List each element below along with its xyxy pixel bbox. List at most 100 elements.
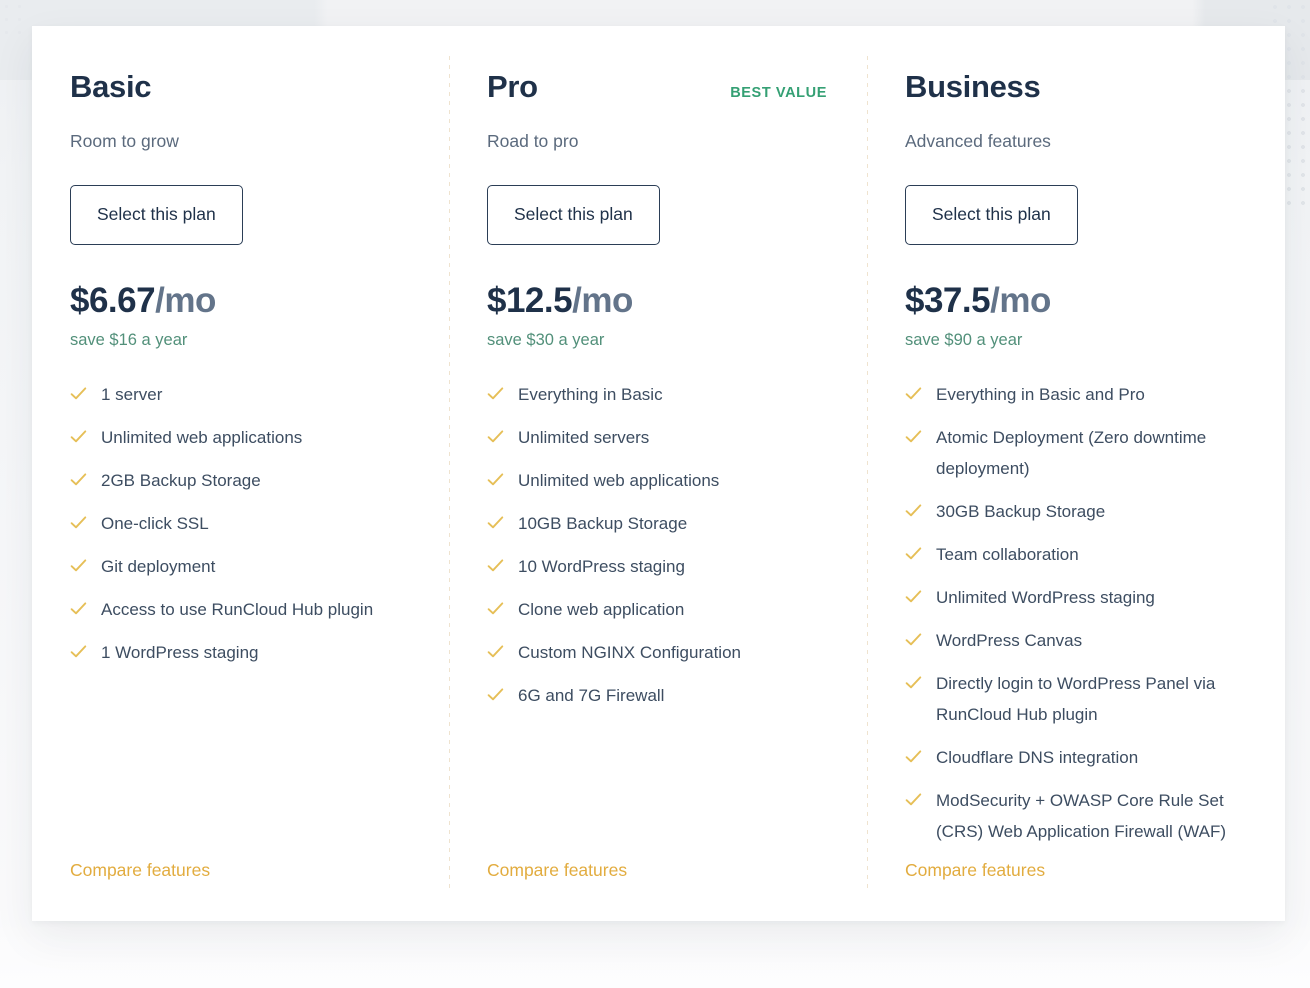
plan-save-basic: save $16 a year [70, 330, 188, 349]
plan-header-business: Business [905, 69, 1247, 112]
feature-label: Unlimited web applications [518, 471, 720, 491]
check-icon [70, 643, 87, 661]
plan-price-period-basic: /mo [155, 280, 216, 320]
feature-item: Everything in Basic [487, 380, 829, 411]
feature-item: Clone web application [487, 595, 829, 626]
feature-item: 10 WordPress staging [487, 552, 829, 583]
feature-label: Access to use RunCloud Hub plugin [101, 599, 374, 619]
feature-item: 1 WordPress staging [70, 638, 411, 669]
background-bottom-fade [0, 918, 1310, 988]
plan-column-basic: Basic Room to grow Select this plan $6.6… [32, 26, 449, 921]
plan-column-pro: Pro BEST VALUE Road to pro Select this p… [449, 26, 867, 921]
feature-item: Unlimited servers [487, 423, 829, 454]
feature-item: WordPress Canvas [905, 626, 1247, 657]
feature-label: Directly login to WordPress Panel via Ru… [936, 673, 1216, 724]
plan-price-period-pro: /mo [572, 280, 633, 320]
feature-label: Atomic Deployment (Zero downtime deploym… [936, 428, 1207, 479]
feature-list-pro: Everything in Basic Unlimited servers Unli… [487, 380, 829, 724]
feature-item: Custom NGINX Configuration [487, 638, 829, 669]
check-icon [905, 791, 922, 809]
feature-label: Everything in Basic and Pro [936, 385, 1145, 405]
check-icon [905, 502, 922, 520]
pricing-card: Basic Room to grow Select this plan $6.6… [32, 26, 1285, 921]
plan-save-business: save $90 a year [905, 330, 1023, 349]
feature-item: Atomic Deployment (Zero downtime deploym… [905, 423, 1247, 485]
feature-item: 10GB Backup Storage [487, 509, 829, 540]
feature-label: 10GB Backup Storage [518, 514, 688, 534]
check-icon [487, 471, 504, 489]
compare-features-link-business[interactable]: Compare features [905, 860, 1045, 881]
plan-price-amount-pro: $12.5 [487, 280, 573, 320]
select-plan-button-basic[interactable]: Select this plan [70, 184, 243, 245]
feature-label: 10 WordPress staging [518, 557, 685, 577]
check-icon [905, 748, 922, 766]
feature-label: 2GB Backup Storage [101, 471, 261, 491]
check-icon [905, 631, 922, 649]
check-icon [70, 471, 87, 489]
feature-label: Cloudflare DNS integration [936, 747, 1139, 767]
feature-item: 2GB Backup Storage [70, 466, 411, 497]
check-icon [487, 428, 504, 446]
plan-badge-pro: BEST VALUE [730, 85, 827, 101]
feature-label: Clone web application [518, 599, 685, 619]
feature-label: Everything in Basic [518, 385, 663, 405]
feature-label: WordPress Canvas [936, 630, 1083, 650]
feature-label: ModSecurity + OWASP Core Rule Set (CRS) … [936, 790, 1227, 841]
check-icon [70, 385, 87, 403]
feature-item: Cloudflare DNS integration [905, 743, 1247, 774]
check-icon [70, 514, 87, 532]
check-icon [70, 428, 87, 446]
feature-label: 6G and 7G Firewall [518, 685, 665, 705]
feature-label: 1 WordPress staging [101, 642, 259, 662]
feature-label: 30GB Backup Storage [936, 502, 1106, 522]
feature-item: 30GB Backup Storage [905, 497, 1247, 528]
plan-header-basic: Basic [70, 69, 411, 112]
feature-label: Unlimited servers [518, 428, 650, 448]
check-icon [905, 674, 922, 692]
plan-name-pro: Pro [487, 69, 538, 104]
check-icon [487, 514, 504, 532]
feature-item: 1 server [70, 380, 411, 411]
feature-item: Access to use RunCloud Hub plugin [70, 595, 411, 626]
plan-header-pro: Pro BEST VALUE [487, 69, 829, 112]
feature-label: Team collaboration [936, 545, 1079, 565]
compare-features-link-pro[interactable]: Compare features [487, 860, 627, 881]
feature-item: Git deployment [70, 552, 411, 583]
feature-item: Unlimited web applications [70, 423, 411, 454]
feature-item: ModSecurity + OWASP Core Rule Set (CRS) … [905, 786, 1247, 848]
compare-features-link-basic[interactable]: Compare features [70, 860, 210, 881]
plan-tagline-business: Advanced features [905, 131, 1051, 151]
plan-column-business: Business Advanced features Select this p… [867, 26, 1285, 921]
feature-item: Everything in Basic and Pro [905, 380, 1247, 411]
feature-label: 1 server [101, 385, 163, 405]
check-icon [70, 600, 87, 618]
plan-price-amount-business: $37.5 [905, 280, 991, 320]
feature-label: One-click SSL [101, 514, 209, 534]
plan-tagline-basic: Room to grow [70, 131, 179, 151]
check-icon [905, 385, 922, 403]
check-icon [70, 557, 87, 575]
feature-item: Directly login to WordPress Panel via Ru… [905, 669, 1247, 731]
feature-label: Custom NGINX Configuration [518, 642, 741, 662]
check-icon [487, 686, 504, 704]
check-icon [487, 557, 504, 575]
plan-tagline-pro: Road to pro [487, 131, 579, 151]
select-plan-button-pro[interactable]: Select this plan [487, 184, 660, 245]
plan-name-basic: Basic [70, 69, 152, 104]
feature-list-basic: 1 server Unlimited web applications 2GB Ba… [70, 380, 411, 681]
feature-item: 6G and 7G Firewall [487, 681, 829, 712]
plan-price-business: $37.5/mo [905, 280, 1247, 320]
feature-item: Team collaboration [905, 540, 1247, 571]
feature-label: Unlimited web applications [101, 428, 303, 448]
check-icon [487, 643, 504, 661]
plan-price-period-business: /mo [990, 280, 1051, 320]
check-icon [905, 588, 922, 606]
feature-label: Git deployment [101, 557, 216, 577]
plan-name-business: Business [905, 69, 1041, 104]
plan-price-amount-basic: $6.67 [70, 280, 156, 320]
plan-price-basic: $6.67/mo [70, 280, 411, 320]
check-icon [487, 385, 504, 403]
decorative-dot-grid-left [0, 0, 26, 40]
select-plan-button-business[interactable]: Select this plan [905, 184, 1078, 245]
feature-list-business: Everything in Basic and Pro Atomic Deploy… [905, 380, 1247, 859]
